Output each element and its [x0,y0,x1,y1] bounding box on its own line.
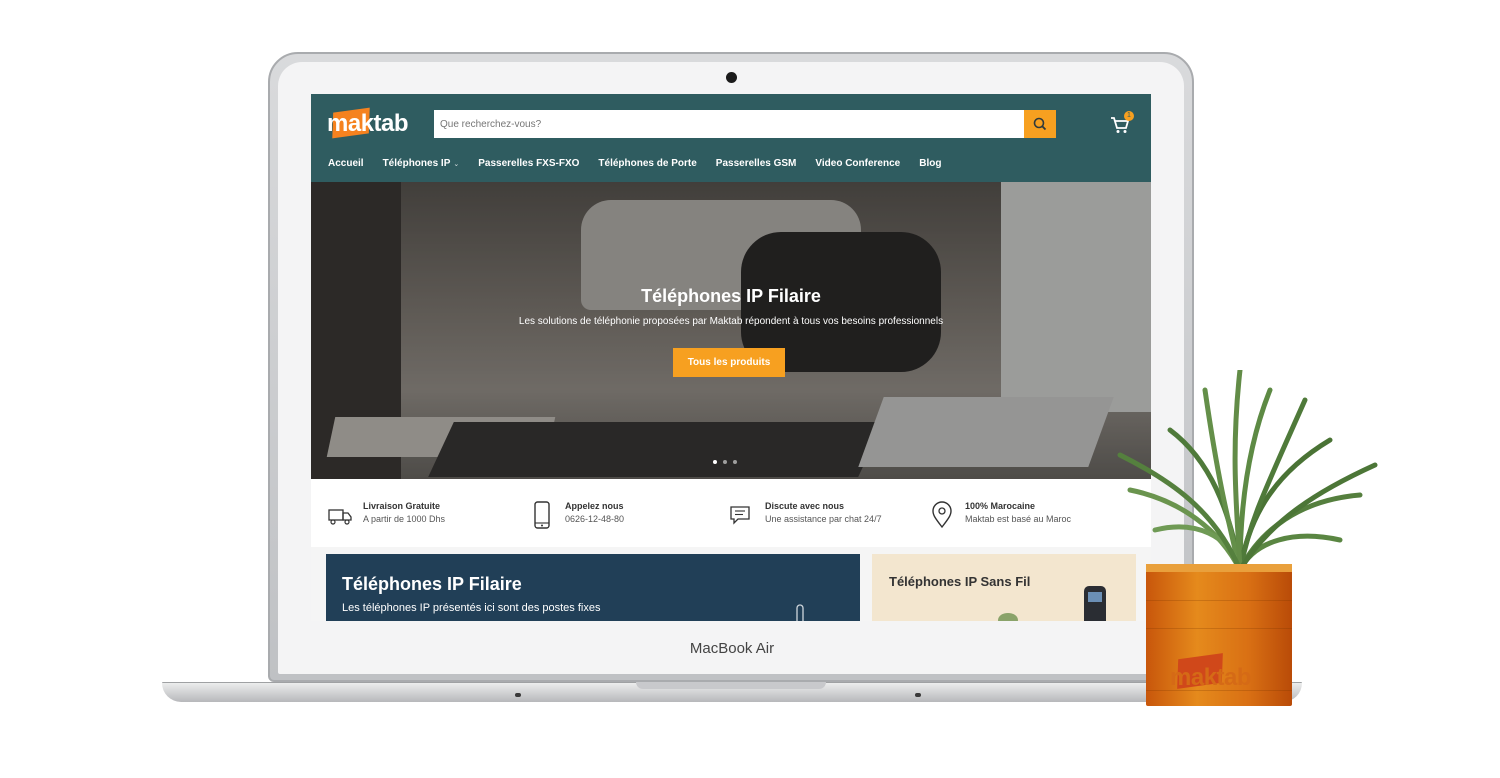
camera-icon [726,72,737,83]
pot-grain-line [1146,600,1292,601]
nav-item-telephones-de-porte[interactable]: Téléphones de Porte [598,158,696,169]
laptop-foot [915,693,921,697]
truck-icon [328,509,352,525]
laptop-foot [515,693,521,697]
search-button[interactable] [1024,110,1056,138]
hero-banner: Téléphones IP Filaire Les solutions de t… [311,182,1151,479]
site-logo[interactable]: maktab [327,107,423,140]
laptop-model: Air [755,640,775,657]
nav-item-video-conference[interactable]: Video Conference [815,158,900,169]
nav-item-label: Blog [919,158,942,169]
logo-text: maktab [327,110,409,137]
cordless-phone-image [1084,586,1106,621]
nav-item-passerelles-gsm[interactable]: Passerelles GSM [716,158,797,169]
phone-icon [534,501,550,529]
promo-card-title: Téléphones IP Sans Fil [889,574,1031,589]
paperclip-icon [796,604,804,621]
hero-subtitle: Les solutions de téléphonie proposées pa… [518,316,944,327]
site-header: maktab 1 Accueil Téléphones IP⌄ Passerel… [311,94,1151,182]
all-products-button[interactable]: Tous les produits [673,348,785,377]
plant-leaves-image [1117,370,1378,573]
feature-title: Discute avec nous [765,501,845,511]
nav-item-label: Passerelles FXS-FXO [478,158,580,169]
plant-pot-rim [1146,564,1292,572]
main-nav: Accueil Téléphones IP ⌄ Passerelles FXS-F… [328,158,941,169]
feature-item: Livraison Gratuite A partir de 1000 Dhs [327,501,445,529]
hero-overlay [311,182,1151,479]
search-icon [1033,117,1047,131]
laptop-model-label: MacBook Air [640,640,824,657]
feature-subtitle: Maktab est basé au Maroc [965,514,1072,524]
laptop-brand: MacBook [689,640,753,657]
feature-title: 100% Marocaine [965,501,1036,511]
nav-item-label: Téléphones de Porte [598,158,697,169]
mockup-stage: MacBook Air maktab 1 [0,0,1500,778]
nav-item-telephones-ip[interactable]: Téléphones IP ⌄ [383,158,460,169]
nav-item-label: Accueil [328,158,364,169]
pot-grain-line [1146,628,1292,629]
feature-title: Livraison Gratuite [363,501,441,511]
laptop-notch [636,682,826,689]
feature-title: Appelez nous [565,501,624,511]
feature-item: Appelez nous 0626-12-48-80 [529,501,624,529]
feature-subtitle: A partir de 1000 Dhs [363,514,446,524]
carousel-dot[interactable] [733,460,737,464]
features-bar: Livraison Gratuite A partir de 1000 Dhs A… [311,479,1151,547]
chat-icon [730,506,750,525]
pot-logo-text: maktab [1170,664,1252,691]
plant-image [998,613,1018,621]
nav-item-blog[interactable]: Blog [919,158,941,169]
nav-item-label: Video Conference [815,158,901,169]
location-pin-icon [932,501,952,529]
nav-item-passerelles-fxs-fxo[interactable]: Passerelles FXS-FXO [478,158,579,169]
feature-subtitle: 0626-12-48-80 [565,514,625,524]
promo-card-subtitle: Les téléphones IP présentés ici sont des… [342,602,601,614]
search-input[interactable] [434,110,1024,138]
carousel-dot[interactable] [713,460,717,464]
hero-title: Téléphones IP Filaire [641,286,821,306]
feature-item: 100% Marocaine Maktab est basé au Maroc [929,501,1071,529]
cart-count-badge: 1 [1124,111,1134,121]
promo-card-wired[interactable]: Téléphones IP Filaire Les téléphones IP … [326,554,860,621]
promo-card-title: Téléphones IP Filaire [342,574,522,594]
carousel-dots [713,460,737,464]
laptop-screen: maktab 1 Accueil Téléphones IP⌄ Passerel… [311,94,1151,621]
chevron-down-icon: ⌄ [453,161,460,168]
nav-item-label: Téléphones IP [382,158,451,169]
feature-subtitle: Une assistance par chat 24/7 [765,514,882,524]
carousel-dot[interactable] [723,460,727,464]
feature-item: Discute avec nous Une assistance par chat… [729,501,882,529]
promo-card-wireless[interactable]: Téléphones IP Sans Fil [872,554,1136,621]
nav-item-label: Passerelles GSM [715,158,797,169]
nav-item-accueil[interactable]: Accueil [328,158,364,169]
